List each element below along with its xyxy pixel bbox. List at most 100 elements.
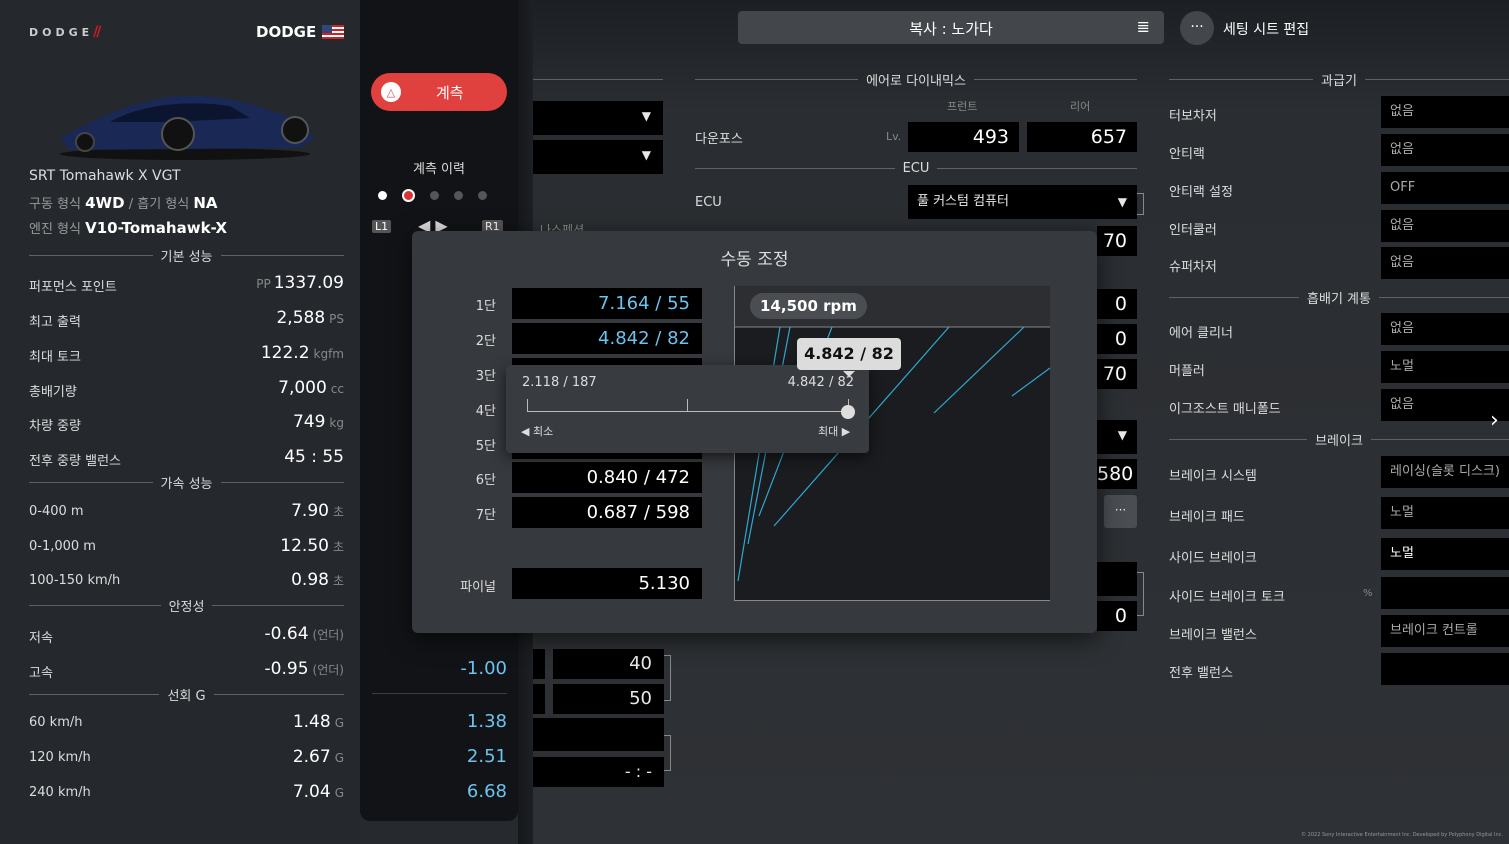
- gear-ratio[interactable]: 7.164 / 55: [512, 288, 702, 319]
- stat-value: 0.98 초: [0, 570, 344, 590]
- car-info-panel: DODGE // DODGE SRT Tomahawk X VGT 구동 형식 …: [0, 0, 360, 844]
- dot-icon[interactable]: [454, 191, 463, 200]
- mid-value-580: 580: [1097, 459, 1137, 489]
- dropdown-arrow-icon: ▼: [1117, 428, 1127, 442]
- car-name: SRT Tomahawk X VGT: [29, 168, 181, 184]
- gear-label: 5단: [475, 439, 496, 454]
- setting-value[interactable]: 없음: [1381, 96, 1509, 128]
- setting-value[interactable]: [1381, 577, 1509, 609]
- stat-number: 0.98: [291, 570, 329, 590]
- slider-max-value: 4.842 / 82: [787, 375, 854, 390]
- more-button[interactable]: ···: [1104, 495, 1137, 528]
- stat-value: 7.90 초: [0, 501, 344, 521]
- section-supercharger: 과급기: [1169, 72, 1509, 89]
- dropdown-arrow-icon: ▼: [641, 148, 651, 162]
- stat-number: 12.50: [280, 536, 329, 556]
- dot-icon[interactable]: [478, 191, 487, 200]
- final-label: 파이널: [460, 580, 496, 595]
- setting-label: 에어 클리너: [1169, 326, 1233, 341]
- stat-value: 7.04 G: [0, 782, 344, 802]
- setting-value[interactable]: OFF: [1381, 172, 1509, 204]
- dropdown-2[interactable]: ▼: [533, 140, 663, 174]
- stat-value: 122.2 kgfm: [0, 343, 344, 363]
- copyright: © 2022 Sony Interactive Entertainment In…: [1301, 832, 1503, 838]
- setting-sheet-selector[interactable]: 복사 : 노가다 ≣: [738, 11, 1164, 44]
- setting-value[interactable]: 노멀: [1381, 538, 1509, 570]
- mid-value-50: 50: [553, 684, 664, 714]
- gear-ratio[interactable]: 0.840 / 472: [512, 462, 702, 493]
- setting-label: 브레이크 패드: [1169, 510, 1245, 525]
- setting-value[interactable]: 레이싱(슬롯 디스크): [1381, 456, 1509, 488]
- stat-number: 7.04: [292, 782, 331, 802]
- section-brake: 브레이크: [1169, 432, 1509, 449]
- rpm-badge: 14,500 rpm: [750, 293, 867, 319]
- drive-intake: 구동 형식 4WD / 흡기 형식 NA: [29, 194, 218, 212]
- stat-number: 749: [292, 412, 326, 432]
- stat-value: 749 kg: [0, 412, 344, 432]
- downforce-front[interactable]: 493: [908, 122, 1019, 152]
- dot-icon[interactable]: [430, 191, 439, 200]
- setting-value[interactable]: 없음: [1381, 210, 1509, 242]
- gear-ratio[interactable]: 4.842 / 82: [512, 323, 702, 354]
- car-image: [60, 95, 315, 160]
- ratio-tooltip: 4.842 / 82: [797, 338, 901, 377]
- stability-new-high: -1.00: [460, 658, 507, 679]
- edit-sheet-button[interactable]: ···: [1180, 11, 1214, 45]
- dropdown-3[interactable]: ▼: [1097, 420, 1137, 454]
- section-stability: 안정성: [29, 598, 344, 615]
- stat-number: 1.48: [292, 712, 331, 732]
- gear-label: 7단: [475, 508, 496, 523]
- setting-label: 브레이크 밸런스: [1169, 628, 1257, 643]
- stat-unit: G: [334, 716, 344, 730]
- section-ecu: ECU: [695, 161, 1137, 176]
- mid-value-0b: 0: [1097, 324, 1137, 354]
- setting-value[interactable]: 없음: [1381, 313, 1509, 345]
- ratio-slider-popup: 2.118 / 187 4.842 / 82 ◀ 최소 최대 ▶: [506, 365, 869, 453]
- maker-name: DODGE: [256, 23, 345, 41]
- section-accel: 가속 성능: [29, 475, 344, 492]
- dialog-title: 수동 조정: [720, 250, 789, 270]
- triangle-button-icon: △: [381, 82, 401, 102]
- dropdown-1[interactable]: ▼: [533, 101, 663, 135]
- mid-value-0a: 0: [1097, 289, 1137, 319]
- final-value[interactable]: 5.130: [512, 568, 702, 599]
- stat-number: 45 : 55: [284, 447, 344, 467]
- gear-label: 3단: [475, 369, 496, 384]
- setting-value[interactable]: 노멀: [1381, 497, 1509, 529]
- stat-value: 7,000 cc: [0, 378, 344, 398]
- gear-label: 6단: [475, 473, 496, 488]
- chevron-right-icon[interactable]: ›: [1490, 408, 1499, 433]
- setting-value[interactable]: 노멀: [1381, 351, 1509, 383]
- history-label: 계측 이력: [413, 162, 465, 177]
- stat-number: 7.90: [291, 501, 329, 521]
- gear-ratio[interactable]: 0.687 / 598: [512, 497, 702, 528]
- stat-value: 12.50 초: [0, 536, 344, 556]
- setting-label: 이그조스트 매니폴드: [1169, 402, 1281, 417]
- dot-icon[interactable]: [378, 191, 387, 200]
- dot-selected-icon[interactable]: [402, 189, 415, 202]
- setting-label: 사이드 브레이크 토크: [1169, 590, 1285, 605]
- stat-value: 45 : 55: [0, 447, 344, 467]
- setting-label: 인터쿨러: [1169, 223, 1217, 238]
- stat-number: 122.2: [260, 343, 310, 363]
- setting-value[interactable]: 없음: [1381, 134, 1509, 166]
- measure-button[interactable]: △ 계측: [371, 73, 507, 111]
- corner-new-60: 1.38: [466, 711, 507, 732]
- setting-label: 머플러: [1169, 364, 1205, 379]
- us-flag-icon: [322, 25, 345, 39]
- ecu-dropdown[interactable]: 풀 커스텀 컴퓨터 ▼: [908, 185, 1137, 219]
- history-dots[interactable]: [378, 189, 487, 202]
- setting-value[interactable]: 브레이크 컨트롤: [1381, 615, 1509, 647]
- setting-value[interactable]: 없음: [1381, 247, 1509, 279]
- setting-value[interactable]: [1381, 653, 1509, 685]
- stat-unit: (언더): [312, 628, 344, 642]
- downforce-rear[interactable]: 657: [1027, 122, 1137, 152]
- stat-value: 2,588 PS: [0, 308, 344, 328]
- stat-unit: PS: [329, 312, 344, 326]
- l1-button[interactable]: L1: [372, 220, 392, 233]
- slider-track[interactable]: [527, 411, 849, 412]
- gear-label: 4단: [475, 404, 496, 419]
- slider-knob[interactable]: [841, 405, 855, 419]
- stat-unit: kg: [329, 416, 344, 430]
- stat-prefix: PP: [256, 277, 271, 291]
